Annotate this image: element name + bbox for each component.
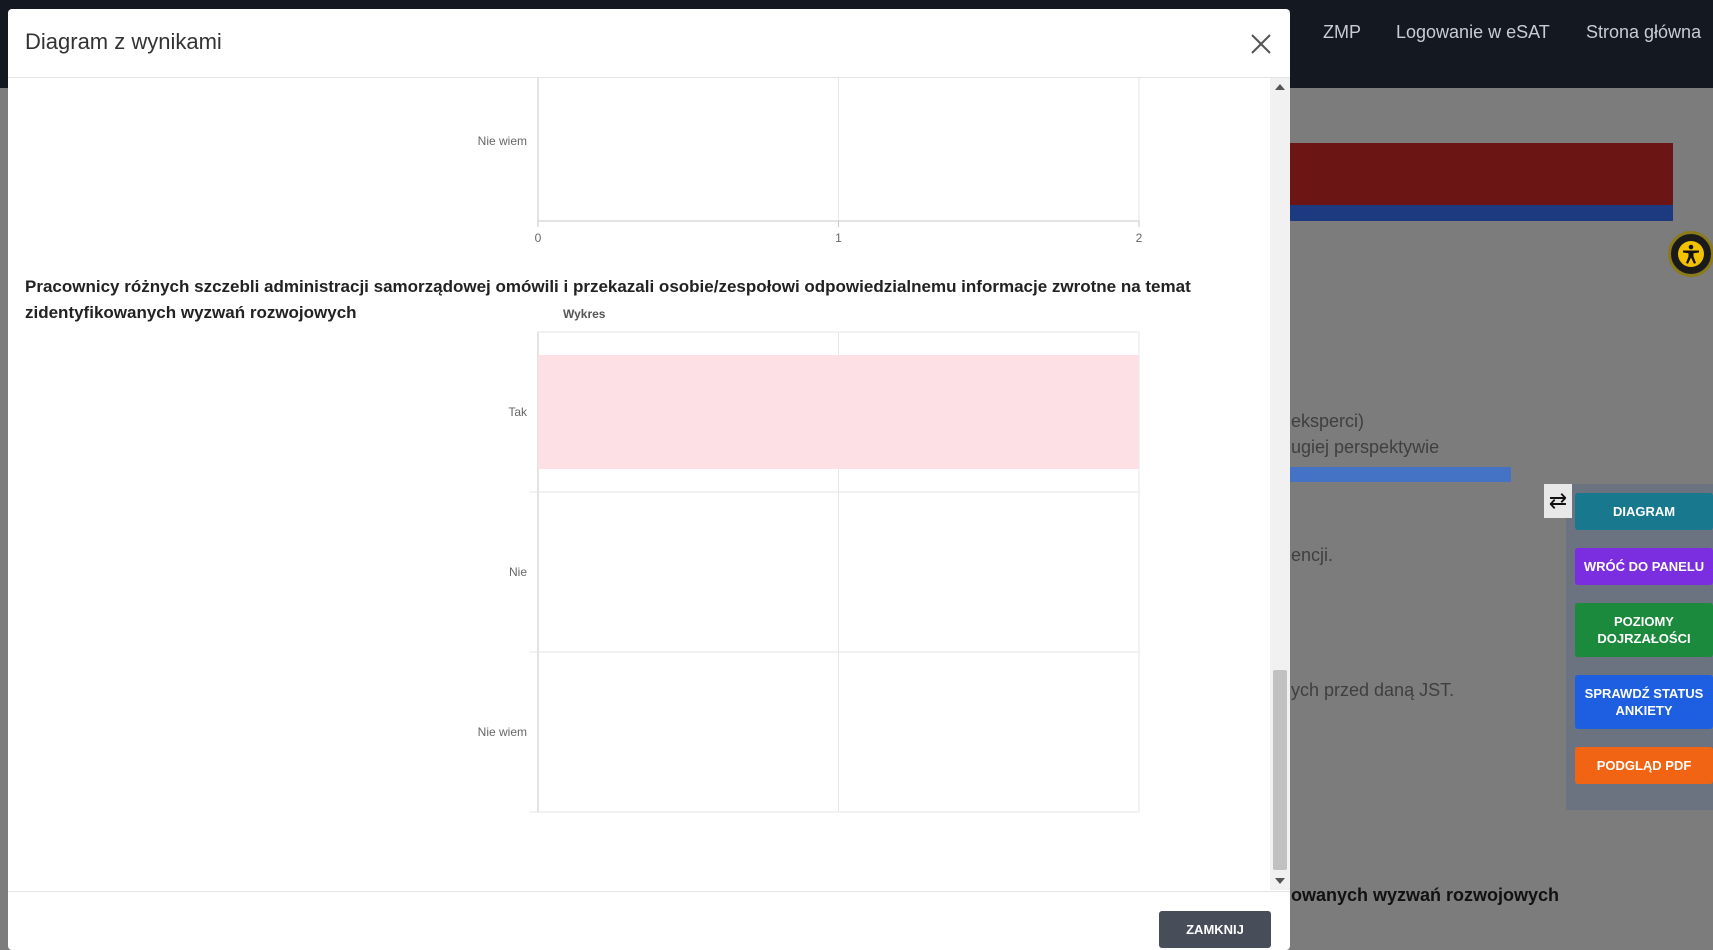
chart2-y-label: Nie [509, 565, 527, 579]
chart2-y-label: Tak [508, 405, 528, 419]
chart1-x-tick-label: 2 [1136, 231, 1143, 245]
page-banner-stripe [1290, 205, 1673, 221]
modal-body[interactable]: 0 1 2 Nie wiem Wykres Tak Nie Nie wiem Pracowni… [8, 78, 1290, 890]
scroll-thumb[interactable] [1273, 670, 1287, 870]
question-title: Pracownicy różnych szczebli administracj… [25, 277, 1191, 322]
results-modal: Diagram z wynikami 0 1 2 Nie wiem Wykres Tak N… [8, 9, 1290, 950]
modal-header: Diagram z wynikami [8, 9, 1290, 78]
bg-question-text: owanych wyzwań rozwojowych [1291, 885, 1560, 905]
nav-link-home[interactable]: Strona główna [1586, 22, 1701, 43]
modal-title: Diagram z wynikami [25, 29, 222, 54]
scroll-up-icon[interactable] [1275, 84, 1285, 90]
charts-area: 0 1 2Nie wiemWykresTakNieNie wiem [478, 78, 1143, 813]
close-icon[interactable] [1248, 31, 1274, 57]
maturity-levels-button[interactable]: POZIOMY DOJRZAŁOŚCI [1575, 603, 1713, 657]
chart1-x-tick-label: 1 [835, 231, 842, 245]
pdf-preview-button[interactable]: PODGLĄD PDF [1575, 747, 1713, 784]
swap-arrows-icon[interactable]: ⇄ [1544, 484, 1572, 518]
nav-link-zmp[interactable]: ZMP [1323, 22, 1361, 43]
chart2-y-label: Nie wiem [478, 725, 527, 739]
bg-text-3: encji. [1291, 545, 1334, 565]
chart2-bar [538, 355, 1139, 469]
back-to-panel-button[interactable]: WRÓĆ DO PANELU [1575, 548, 1713, 585]
page-banner [1290, 143, 1673, 205]
modal-scrollbar[interactable] [1270, 78, 1290, 890]
diagram-button[interactable]: DIAGRAM [1575, 493, 1713, 530]
bg-text-4: ych przed daną JST. [1291, 680, 1455, 700]
accessibility-icon[interactable] [1668, 231, 1713, 277]
chart1-y-label: Nie wiem [478, 134, 527, 148]
modal-footer: ZAMKNIJ [8, 891, 1290, 950]
scroll-down-icon[interactable] [1275, 878, 1285, 884]
check-survey-status-button[interactable]: SPRAWDŹ STATUS ANKIETY [1575, 675, 1713, 729]
nav-link-login[interactable]: Logowanie w eSAT [1396, 22, 1550, 43]
close-modal-button[interactable]: ZAMKNIJ [1159, 911, 1271, 948]
bg-text-1: eksperci) [1291, 411, 1365, 431]
chart1-x-tick-label: 0 [535, 231, 542, 245]
